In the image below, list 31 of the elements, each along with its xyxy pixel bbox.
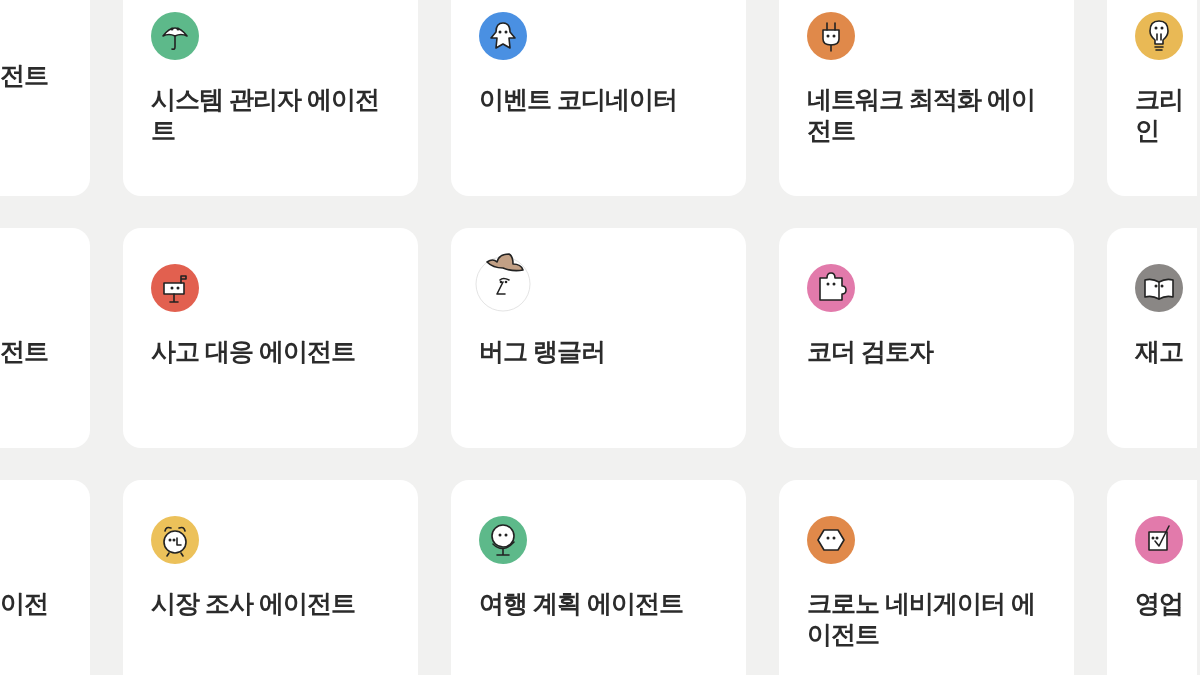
agent-card[interactable]: 코더 검토자 [779, 228, 1074, 448]
agent-card[interactable]: 여행 계획 에이전트 [451, 480, 746, 675]
agent-name: 사고 대응 에이전트 [151, 336, 356, 367]
agent-name: 재고 [1135, 336, 1184, 367]
agent-card[interactable]: 크로노 네비게이터 에이전트 [779, 480, 1074, 675]
agent-name: 시스템 관리자 에이전트 [151, 84, 380, 146]
agent-name: 영업 [1135, 588, 1184, 619]
agent-card[interactable]: 영업 [1107, 480, 1197, 675]
agent-name: 전트 [0, 60, 49, 91]
agent-name: 코더 검토자 [807, 336, 935, 367]
agent-name: 시장 조사 에이전트 [151, 588, 356, 619]
agent-card[interactable]: 크리 인 [1107, 0, 1197, 196]
agent-card[interactable]: 시장 조사 에이전트 [123, 480, 418, 675]
agent-card[interactable]: 시스템 관리자 에이전트 [123, 0, 418, 196]
agent-name: 이전 [0, 588, 49, 619]
agent-card[interactable]: 전트 [0, 0, 90, 196]
agent-name: 여행 계획 에이전트 [479, 588, 684, 619]
cowboy-face-icon [475, 250, 531, 312]
agent-card[interactable]: 네트워크 최적화 에이전트 [779, 0, 1074, 196]
agent-name: 이벤트 코디네이터 [479, 84, 678, 115]
agent-name: 크리 인 [1135, 84, 1184, 146]
agent-card[interactable]: 전트 [0, 228, 90, 448]
agent-name: 전트 [0, 336, 49, 367]
agent-card[interactable]: 재고 [1107, 228, 1197, 448]
agent-card[interactable]: 이전 [0, 480, 90, 675]
agent-name: 네트워크 최적화 에이전트 [807, 84, 1036, 146]
agent-card[interactable]: 버그 랭글러 [451, 228, 746, 448]
agent-card[interactable]: 이벤트 코디네이터 [451, 0, 746, 196]
agent-card[interactable]: 사고 대응 에이전트 [123, 228, 418, 448]
agent-name: 버그 랭글러 [479, 336, 606, 367]
agent-name: 크로노 네비게이터 에이전트 [807, 588, 1036, 650]
